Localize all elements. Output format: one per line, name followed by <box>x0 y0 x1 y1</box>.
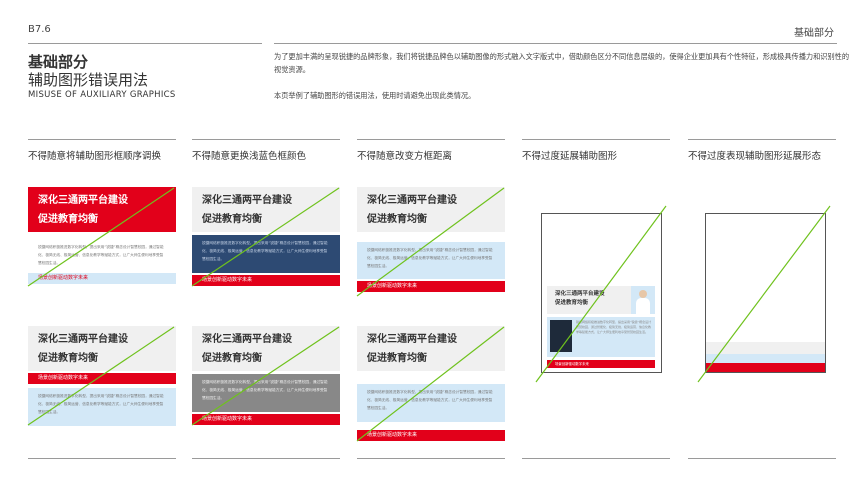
poster-heading-line2: 促进教育均衡 <box>555 300 589 306</box>
card-heading-line2: 促进教育均衡 <box>202 214 262 225</box>
column-rule <box>192 139 340 140</box>
column-title-4: 不得过度延展辅助图形 <box>522 151 618 162</box>
poster-red-band <box>706 363 825 372</box>
example-card-navy-body: 深化三通两平台建设 促进教育均衡 锐捷网络积极推进数字化转型，提出采用“锐捷”概… <box>192 187 340 287</box>
card-heading-line1: 深化三通两平台建设 <box>202 334 292 345</box>
example-poster-overextended: 深化三通两平台建设 促进教育均衡 锐捷网络积极推进数字化转型，提出采用“锐捷”概… <box>541 213 662 373</box>
card-tag: 场景创新驱动数字未来 <box>28 373 176 384</box>
example-card-red-heading: 深化三通两平台建设 促进教育均衡 锐捷网络积极推进数字化转型，提出采用“锐捷”概… <box>28 187 176 287</box>
card-heading-block: 深化三通两平台建设 促进教育均衡 <box>28 326 176 371</box>
card-tag: 场景创新驱动数字未来 <box>357 281 505 292</box>
card-body-text: 锐捷网络积极推进数字化转型，提出采用“锐捷”概念设计智慧校园，通过智能化、极简无… <box>357 384 505 422</box>
card-heading-line2: 促进教育均衡 <box>38 353 98 364</box>
card-heading-line2: 促进教育均衡 <box>367 353 427 364</box>
column-rule <box>28 139 176 140</box>
card-tag: 场景创新驱动数字未来 <box>192 414 340 425</box>
card-body-text: 锐捷网络积极推进数字化转型，提出采用“锐捷”概念设计智慧校园，通过智能化、极简无… <box>192 374 340 412</box>
intro-paragraph: 为了更加丰满的呈现锐捷的品牌形象，我们将锐捷品牌色以辅助图像的形式融入文字版式中… <box>274 52 850 74</box>
person-body-icon <box>636 298 650 314</box>
column-title-1: 不得随意将辅助图形框顺序调换 <box>28 151 162 162</box>
footer-rule <box>192 458 340 459</box>
header-rule-right <box>274 43 837 44</box>
page-title: 辅助图形错误用法 <box>28 71 149 89</box>
card-heading-line2: 促进教育均衡 <box>367 214 427 225</box>
card-body-text: 锐捷网络积极推进数字化转型，提出采用“锐捷”概念设计智慧校园，通过智能化、极简无… <box>28 388 176 426</box>
poster-heading-line1: 深化三通两平台建设 <box>555 291 605 297</box>
column-title-2: 不得随意更换浅蓝色框颜色 <box>192 151 307 162</box>
intro-note: 本页举例了辅助图形的错误用法，使用时请避免出现此类情况。 <box>274 91 476 100</box>
poster-body-text: 锐捷网络积极推进数字化转型，提出采用“锐捷”概念设计智慧校园，通过智能化、极简无… <box>576 320 652 334</box>
card-body-text: 锐捷网络积极推进数字化转型，提出采用“锐捷”概念设计智慧校园，通过智能化、极简无… <box>28 239 176 272</box>
card-body-text: 锐捷网络积极推进数字化转型，提出采用“锐捷”概念设计智慧校园，通过智能化、极简无… <box>357 242 505 279</box>
card-tag: 场景创新驱动数字未来 <box>192 275 340 286</box>
card-heading-block: 深化三通两平台建设 促进教育均衡 <box>192 326 340 371</box>
page-title-en: MISUSE OF AUXILIARY GRAPHICS <box>28 90 176 100</box>
poster-gray-band <box>706 342 825 354</box>
card-tag: 场景创新驱动数字未来 <box>28 273 176 284</box>
example-card-changed-spacing-2: 深化三通两平台建设 促进教育均衡 锐捷网络积极推进数字化转型，提出采用“锐捷”概… <box>357 326 505 442</box>
poster-body-block: 锐捷网络积极推进数字化转型，提出采用“锐捷”概念设计智慧校园，通过智能化、极简无… <box>547 317 655 357</box>
card-heading-block: 深化三通两平台建设 促进教育均衡 <box>192 187 340 232</box>
card-tag: 场景创新驱动数字未来 <box>357 430 505 441</box>
poster-blue-band <box>706 354 825 363</box>
card-heading-line1: 深化三通两平台建设 <box>367 334 457 345</box>
column-rule <box>357 139 505 140</box>
poster-image <box>550 320 572 352</box>
column-title-3: 不得随意改变方框距离 <box>357 151 453 162</box>
column-rule <box>688 139 836 140</box>
footer-rule <box>688 458 836 459</box>
poster-tag: 场景创新驱动数字未来 <box>547 360 655 368</box>
example-poster-excessive <box>705 213 826 373</box>
card-heading-line1: 深化三通两平台建设 <box>38 195 128 206</box>
person-head-icon <box>639 290 647 298</box>
page-number: B7.6 <box>28 24 51 35</box>
example-card-swapped-order: 深化三通两平台建设 促进教育均衡 场景创新驱动数字未来 锐捷网络积极推进数字化转… <box>28 326 176 426</box>
poster-heading-block: 深化三通两平台建设 促进教育均衡 <box>547 286 631 314</box>
footer-rule <box>28 458 176 459</box>
header-rule-left <box>28 43 262 44</box>
example-card-gray-body: 深化三通两平台建设 促进教育均衡 锐捷网络积极推进数字化转型，提出采用“锐捷”概… <box>192 326 340 426</box>
card-heading-line1: 深化三通两平台建设 <box>202 195 292 206</box>
card-heading-line1: 深化三通两平台建设 <box>38 334 128 345</box>
card-heading-block: 深化三通两平台建设 促进教育均衡 <box>28 187 176 232</box>
card-heading-line2: 促进教育均衡 <box>38 214 98 225</box>
footer-rule <box>357 458 505 459</box>
footer-rule <box>522 458 670 459</box>
card-body-text: 锐捷网络积极推进数字化转型，提出采用“锐捷”概念设计智慧校园，通过智能化、极简无… <box>192 235 340 273</box>
card-heading-line1: 深化三通两平台建设 <box>367 195 457 206</box>
card-heading-block: 深化三通两平台建设 促进教育均衡 <box>357 187 505 232</box>
poster-photo <box>631 286 655 314</box>
card-heading-line2: 促进教育均衡 <box>202 353 262 364</box>
column-rule <box>522 139 670 140</box>
column-title-5: 不得过度表现辅助图形延展形态 <box>688 151 822 162</box>
section-label: 基础部分 <box>794 28 834 39</box>
card-heading-block: 深化三通两平台建设 促进教育均衡 <box>357 326 505 371</box>
example-card-changed-spacing: 深化三通两平台建设 促进教育均衡 锐捷网络积极推进数字化转型，提出采用“锐捷”概… <box>357 187 505 297</box>
